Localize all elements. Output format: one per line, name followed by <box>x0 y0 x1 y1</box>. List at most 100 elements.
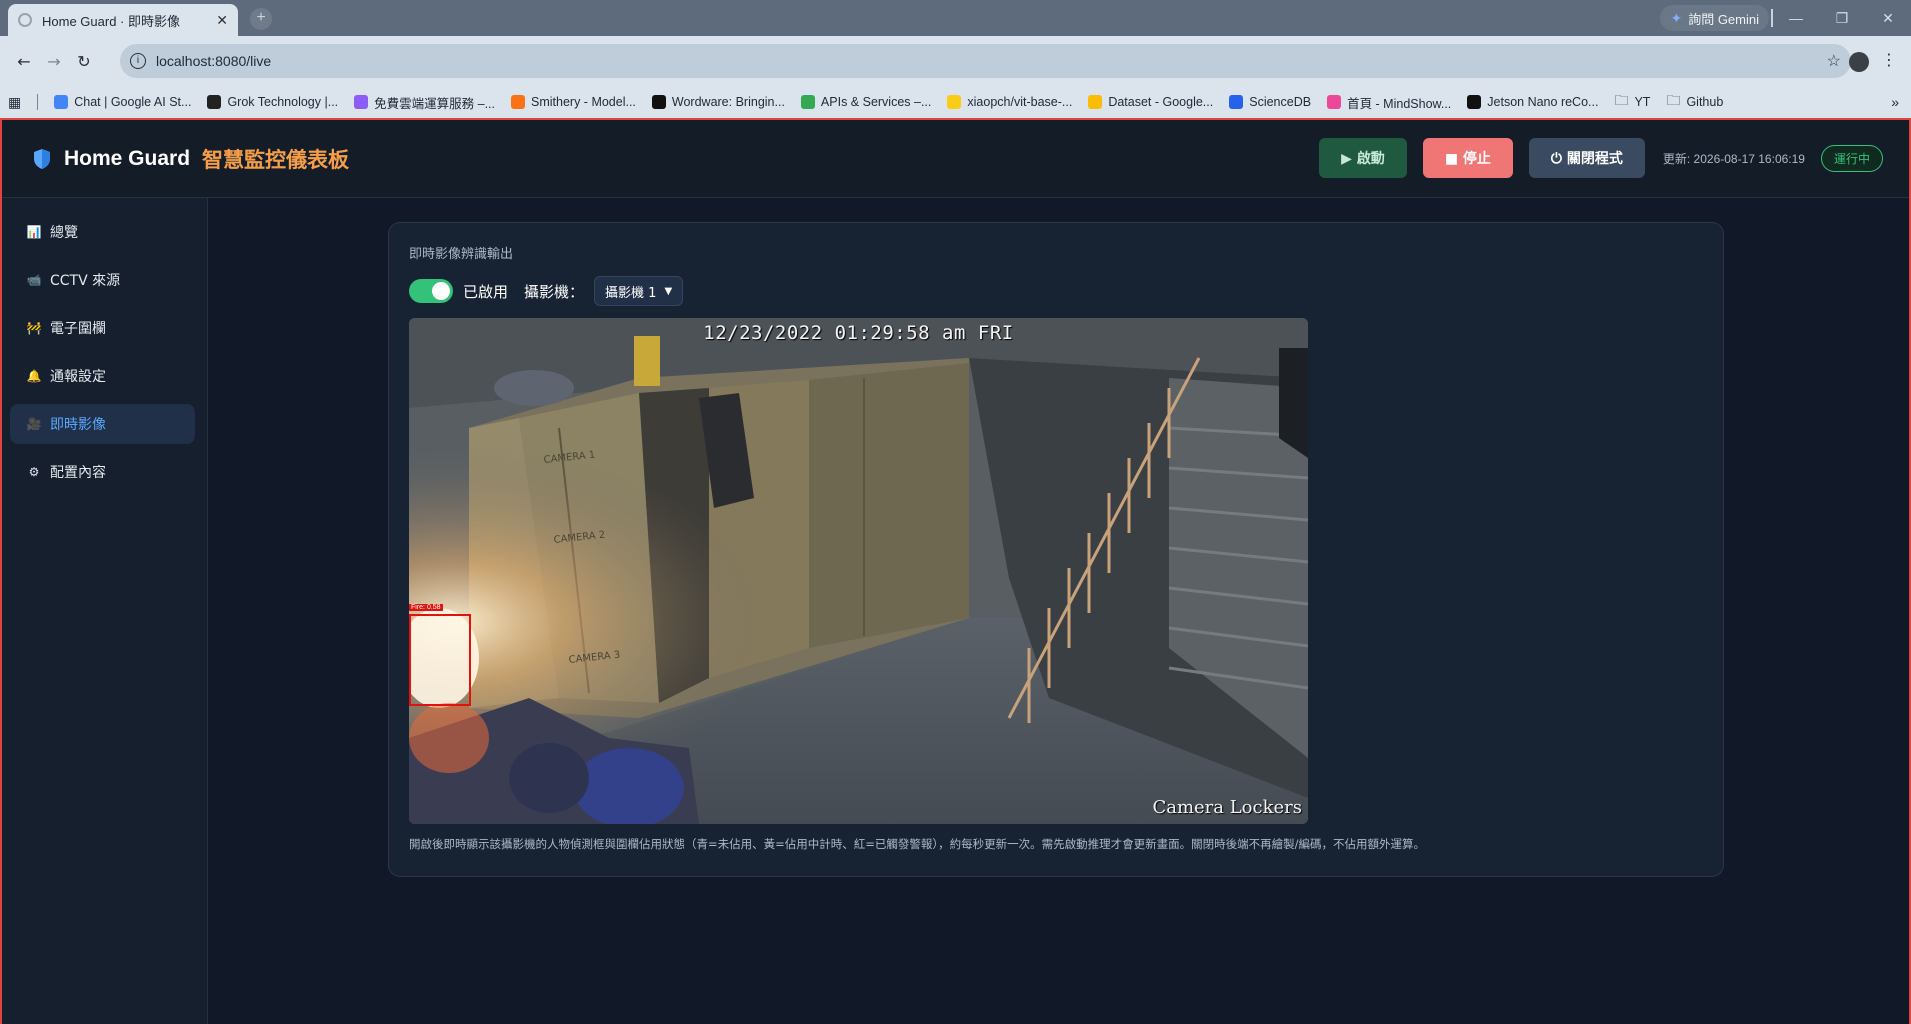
detection-box <box>409 614 471 706</box>
chevron-down-icon: ▼ <box>664 285 673 297</box>
enable-toggle[interactable] <box>409 279 453 303</box>
minimize-icon[interactable]: — <box>1773 10 1819 26</box>
apps-grid-icon[interactable]: ▦ <box>8 94 21 111</box>
address-bar[interactable]: i localhost:8080/live ☆ <box>120 44 1851 78</box>
gemini-sparkle-icon: ✦ <box>1670 9 1683 26</box>
live-video-icon: 🎥 <box>26 417 42 431</box>
bookmark-item[interactable]: 首頁 - MindShow... <box>1327 93 1451 112</box>
tab-title: Home Guard · 即時影像 <box>42 13 180 29</box>
brand-title: Home Guard <box>64 146 191 170</box>
gemini-button[interactable]: ✦ 詢問 Gemini <box>1660 5 1769 31</box>
live-video-frame: CAMERA 1 CAMERA 2 CAMERA 3 12/23/2022 01… <box>409 318 1308 824</box>
sidebar-item-cctv-sources[interactable]: 📹 CCTV 來源 <box>10 260 195 300</box>
bookmark-label: Github <box>1686 95 1724 109</box>
bookmark-item[interactable]: Jetson Nano reCo... <box>1467 95 1598 109</box>
camera-select[interactable]: 攝影機 1 ▼ <box>594 276 684 306</box>
browser-tabbar: Home Guard · 即時影像 ✕ + ✦ 詢問 Gemini — ❐ ✕ <box>0 0 1911 36</box>
cctv-sources-icon: 📹 <box>26 273 42 287</box>
status-badge: 運行中 <box>1820 144 1883 172</box>
profile-avatar[interactable] <box>1849 52 1869 72</box>
bookmark-favicon-icon <box>947 95 962 109</box>
bookmark-label: YT <box>1634 95 1651 109</box>
site-info-icon[interactable]: i <box>130 53 146 69</box>
window-close-icon[interactable]: ✕ <box>1865 10 1911 27</box>
bookmark-item[interactable]: 免費雲端運算服務 –... <box>354 93 495 112</box>
bookmark-label: Jetson Nano reCo... <box>1487 95 1599 109</box>
bookmark-item[interactable]: Grok Technology |... <box>207 95 338 109</box>
bookmark-item[interactable]: Dataset - Google... <box>1088 95 1213 109</box>
forward-icon[interactable]: → <box>40 52 68 71</box>
browser-toolbar: ← → ↻ i localhost:8080/live ☆ ⋮ <box>0 36 1911 86</box>
url-text[interactable]: localhost:8080/live <box>156 53 1827 69</box>
bookmark-favicon-icon <box>54 95 69 109</box>
detection-label: Fire: 0.58 <box>409 604 443 611</box>
bookmark-item[interactable]: Wordware: Bringin... <box>651 95 785 109</box>
camera-label: 攝影機： <box>524 282 585 301</box>
bookmarks-divider <box>37 94 39 110</box>
bookmark-label: 免費雲端運算服務 –... <box>374 96 496 111</box>
back-icon[interactable]: ← <box>10 52 38 71</box>
sidebar-item-label: 即時影像 <box>50 417 106 433</box>
bookmark-star-icon[interactable]: ☆ <box>1827 51 1841 71</box>
bookmark-label: Grok Technology |... <box>227 95 339 109</box>
new-tab-button[interactable]: + <box>250 8 272 30</box>
notification-settings-icon: 🔔 <box>26 369 42 383</box>
header-actions: ▶ 啟動 ■ 停止 ⏻ 關閉程式 更新: 2026-08-17 16:06:19… <box>1319 138 1883 178</box>
app-frame: Home Guard 智慧監控儀表板 ▶ 啟動 ■ 停止 ⏻ 關閉程式 更新: … <box>0 118 1911 1024</box>
bookmark-item[interactable]: xiaopch/vit-base-... <box>947 95 1072 109</box>
restore-icon[interactable]: ❐ <box>1819 10 1865 27</box>
tab-favicon-icon <box>18 13 32 27</box>
bookmark-label: Chat | Google AI St... <box>74 95 192 109</box>
bookmark-label: Wordware: Bringin... <box>671 95 785 109</box>
sidebar-item-live-video[interactable]: 🎥 即時影像 <box>10 404 195 444</box>
sidebar-item-overview[interactable]: 📊 總覽 <box>10 212 195 252</box>
osd-timestamp: 12/23/2022 01:29:58 am FRI <box>703 322 1014 344</box>
bookmark-favicon-icon <box>651 95 666 109</box>
bookmark-label: ScienceDB <box>1249 95 1312 109</box>
start-button[interactable]: ▶ 啟動 <box>1319 138 1407 178</box>
bookmark-label: APIs & Services –... <box>820 95 932 109</box>
browser-menu-icon[interactable]: ⋮ <box>1881 50 1897 69</box>
bookmark-favicon-icon <box>511 95 526 109</box>
bookmark-favicon-icon <box>354 95 369 109</box>
brand-subtitle: 智慧監控儀表板 <box>202 148 350 172</box>
bookmark-favicon-icon <box>1088 95 1103 109</box>
sidebar-item-configuration[interactable]: ⚙ 配置內容 <box>10 452 195 492</box>
bookmark-item[interactable]: 🗀 YT <box>1614 90 1650 114</box>
updated-timestamp: 更新: 2026-08-17 16:06:19 <box>1662 151 1805 166</box>
main-content: 即時影像辨識輸出 已啟用 攝影機： 攝影機 1 ▼ CAMERA 1 CAMER… <box>208 198 1909 1024</box>
bookmark-item[interactable]: APIs & Services –... <box>800 95 932 109</box>
close-program-button[interactable]: ⏻ 關閉程式 <box>1528 138 1645 178</box>
browser-tab[interactable]: Home Guard · 即時影像 ✕ <box>8 4 238 36</box>
sidebar-item-notification-settings[interactable]: 🔔 通報設定 <box>10 356 195 396</box>
bookmarks-overflow-icon[interactable]: » <box>1891 94 1899 110</box>
bookmark-item[interactable]: Smithery - Model... <box>511 95 636 109</box>
live-note: 開啟後即時顯示該攝影機的人物偵測框與圍欄佔用狀態（青=未佔用、黃=佔用中計時、紅… <box>409 837 1426 851</box>
folder-icon: 🗀 <box>1614 92 1629 108</box>
sidebar-item-geofence[interactable]: 🚧 電子圍欄 <box>10 308 195 348</box>
tab-close-icon[interactable]: ✕ <box>216 12 228 29</box>
stop-button[interactable]: ■ 停止 <box>1422 138 1513 178</box>
gemini-label: 詢問 Gemini <box>1688 11 1759 27</box>
bookmark-item[interactable]: Chat | Google AI St... <box>54 95 191 109</box>
bookmark-favicon-icon <box>800 95 815 109</box>
folder-icon: 🗀 <box>1666 92 1681 108</box>
osd-camera-name: Camera Lockers <box>1152 797 1302 818</box>
camera-select-value: 攝影機 1 <box>605 285 657 301</box>
bookmark-favicon-icon <box>1229 95 1244 109</box>
bookmark-item[interactable]: ScienceDB <box>1229 95 1311 109</box>
bookmark-favicon-icon <box>1327 95 1342 109</box>
reload-icon[interactable]: ↻ <box>70 52 98 71</box>
bookmark-label: 首頁 - MindShow... <box>1347 96 1452 111</box>
app-header: Home Guard 智慧監控儀表板 ▶ 啟動 ■ 停止 ⏻ 關閉程式 更新: … <box>2 120 1909 198</box>
bookmark-label: Dataset - Google... <box>1108 95 1214 109</box>
sidebar-item-label: CCTV 來源 <box>50 273 121 289</box>
sidebar-item-label: 電子圍欄 <box>50 321 106 337</box>
card-title: 即時影像辨識輸出 <box>409 247 514 262</box>
sidebar-item-label: 總覽 <box>50 225 78 241</box>
overview-icon: 📊 <box>26 225 42 239</box>
bookmark-favicon-icon <box>207 95 222 109</box>
bookmarks-bar: ▦ Chat | Google AI St... Grok Technology … <box>0 86 1911 118</box>
bookmark-item[interactable]: 🗀 Github <box>1666 90 1723 114</box>
shield-icon <box>34 148 50 169</box>
